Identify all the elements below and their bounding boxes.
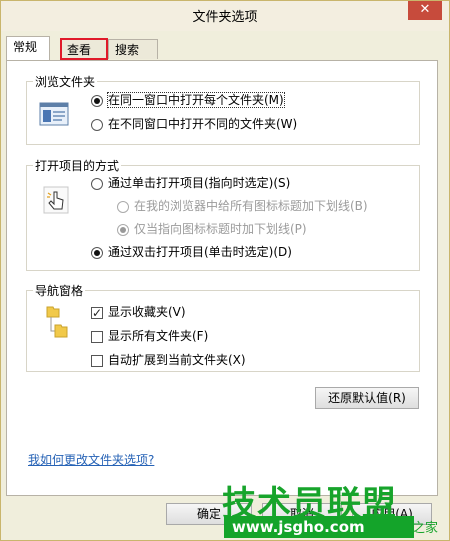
general-tab-panel: 浏览文件夹 在同一窗口中打开每个文件夹(M) 在不同窗口中打开不同的文件夹(W): [6, 60, 438, 496]
open-same-window-radio[interactable]: 在同一窗口中打开每个文件夹(M): [91, 91, 285, 109]
open-new-window-radio[interactable]: 在不同窗口中打开不同的文件夹(W): [91, 115, 297, 133]
folder-tree-icon: [45, 305, 69, 341]
option-label: 在同一窗口中打开每个文件夹(M): [107, 92, 285, 108]
radio-icon: [91, 177, 103, 190]
watermark-url: www.jsgho.com: [232, 518, 365, 536]
tab-search[interactable]: 搜索: [108, 39, 158, 59]
underline-all-radio[interactable]: 在我的浏览器中给所有图标标题加下划线(B): [117, 197, 368, 215]
site-watermark: 技术员联盟 www.jsgho.com 之家: [222, 476, 450, 541]
browse-folders-label: 浏览文件夹: [33, 73, 98, 90]
single-click-radio[interactable]: 通过单击打开项目(指向时选定)(S): [91, 174, 290, 192]
close-icon[interactable]: ✕: [408, 0, 442, 20]
folder-options-dialog: 文件夹选项 ✕ 常规 查看 搜索 浏览文件夹 在同一窗口中打开每个文件夹(M) …: [0, 0, 450, 541]
checkbox-icon: [91, 354, 103, 367]
radio-selected-icon: [91, 246, 103, 259]
window-icon: [39, 102, 69, 126]
option-label: 在不同窗口中打开不同的文件夹(W): [108, 117, 298, 131]
title-bar: 文件夹选项 ✕: [0, 0, 450, 31]
option-label: 通过单击打开项目(指向时选定)(S): [108, 176, 291, 190]
option-label: 仅当指向图标标题时加下划线(P): [134, 222, 307, 236]
tab-general[interactable]: 常规: [6, 36, 50, 60]
help-link[interactable]: 我如何更改文件夹选项?: [28, 451, 154, 468]
radio-icon: [91, 118, 103, 131]
option-label: 通过双击打开项目(单击时选定)(D): [108, 245, 292, 259]
show-favorites-checkbox[interactable]: 显示收藏夹(V): [91, 303, 186, 322]
double-click-radio[interactable]: 通过双击打开项目(单击时选定)(D): [91, 243, 292, 261]
auto-expand-checkbox[interactable]: 自动扩展到当前文件夹(X): [91, 351, 246, 369]
click-items-label: 打开项目的方式: [33, 157, 122, 174]
navigation-pane-label: 导航窗格: [33, 282, 86, 299]
watermark-suffix: 之家: [412, 521, 439, 536]
window-title: 文件夹选项: [192, 10, 258, 25]
option-label: 在我的浏览器中给所有图标标题加下划线(B): [134, 199, 368, 213]
click-items-group: 打开项目的方式 通过单击打开项目(指向时选定)(S) 在我的浏览器中给所有图标标…: [26, 157, 420, 271]
tab-view-highlight: [60, 38, 108, 60]
show-all-folders-checkbox[interactable]: 显示所有文件夹(F): [91, 327, 208, 345]
option-label: 显示所有文件夹(F): [108, 329, 209, 343]
option-label: 自动扩展到当前文件夹(X): [108, 353, 246, 367]
pointer-hand-icon: [43, 186, 69, 214]
option-label: 显示收藏夹(V): [108, 305, 186, 319]
browse-folders-group: 浏览文件夹 在同一窗口中打开每个文件夹(M) 在不同窗口中打开不同的文件夹(W): [26, 73, 420, 145]
navigation-pane-group: 导航窗格 显示收藏夹(V) 显示所有文件夹(F) 自动扩展到当前文件夹(X): [26, 282, 420, 372]
underline-on-point-radio[interactable]: 仅当指向图标标题时加下划线(P): [117, 220, 307, 238]
radio-disabled-icon: [117, 200, 129, 213]
checkbox-checked-icon: [91, 304, 103, 322]
radio-disabled-selected-icon: [117, 223, 129, 236]
checkbox-icon: [91, 330, 103, 343]
restore-defaults-button[interactable]: 还原默认值(R): [315, 387, 419, 409]
radio-selected-icon: [91, 94, 103, 107]
